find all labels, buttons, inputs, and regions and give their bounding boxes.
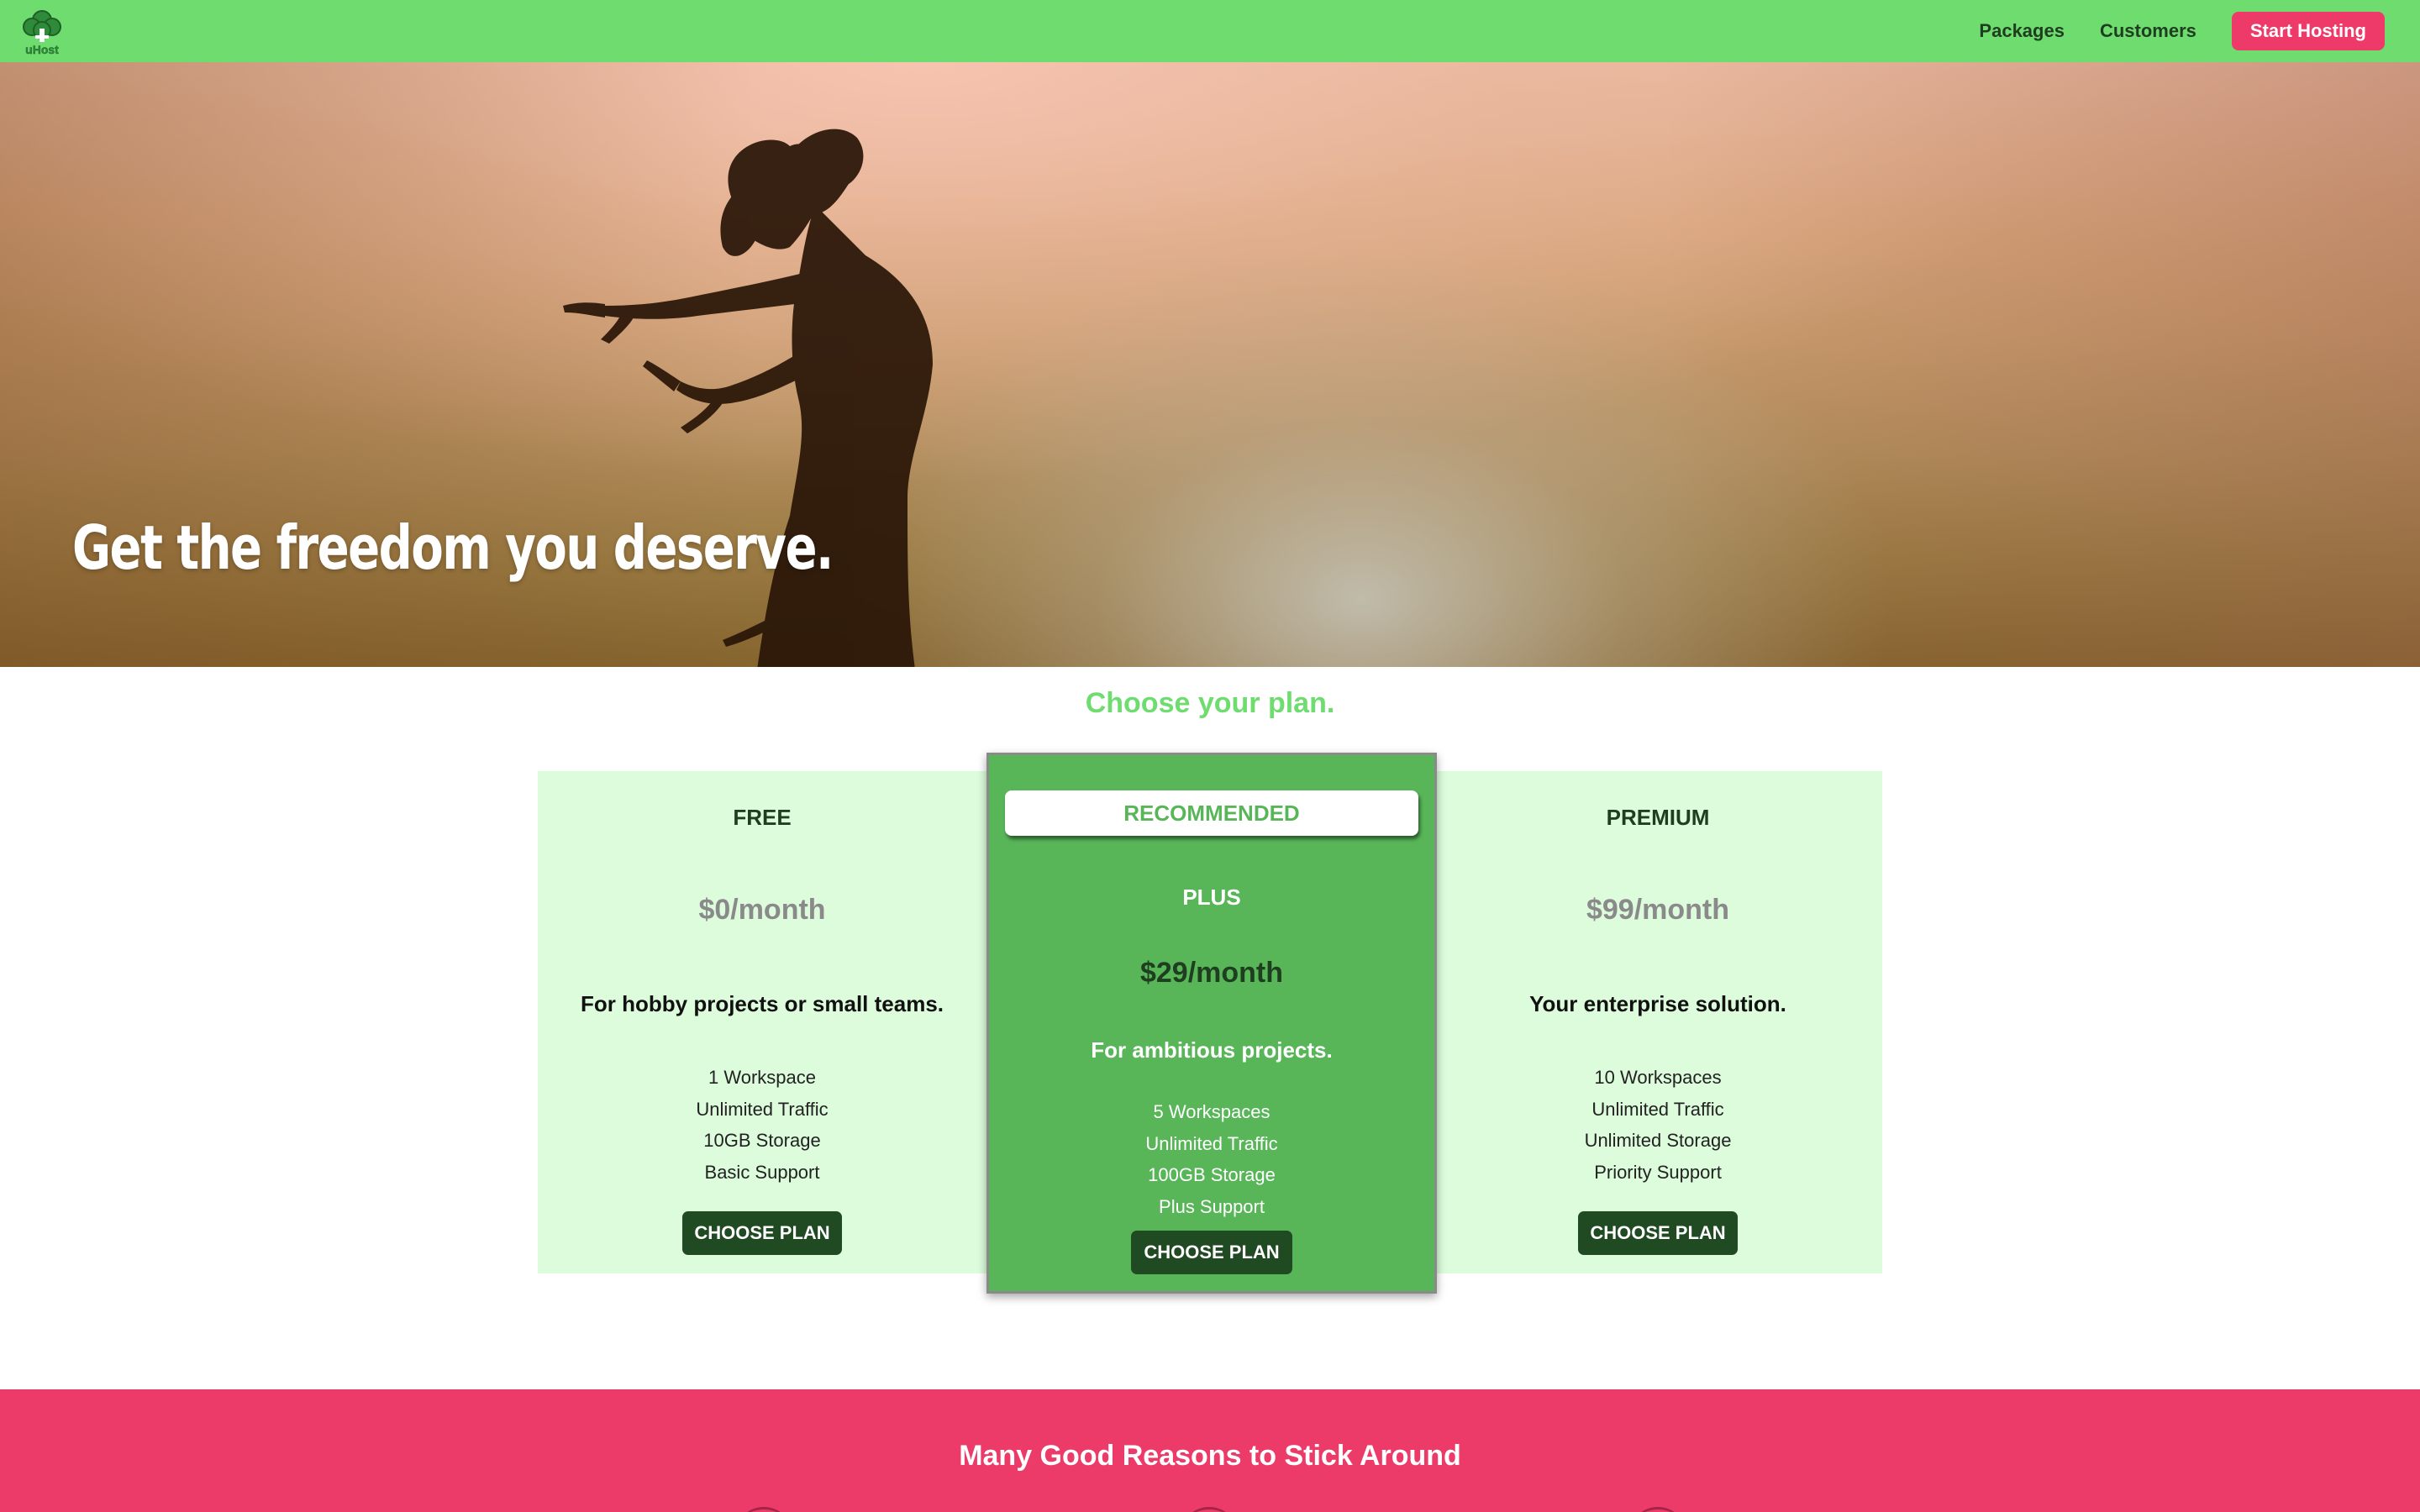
plan-price: $99/month bbox=[1586, 894, 1730, 926]
start-hosting-button[interactable]: Start Hosting bbox=[2231, 12, 2385, 50]
plan-price: $29/month bbox=[1139, 957, 1284, 989]
choose-plan-premium-button[interactable]: CHOOSE PLAN bbox=[1578, 1211, 1738, 1255]
hero-shade-right bbox=[1664, 62, 2420, 667]
logo-text: uHost bbox=[25, 43, 59, 56]
plan-name: FREE bbox=[733, 805, 792, 830]
plan-features-list: 5 Workspaces Unlimited Traffic 100GB Sto… bbox=[989, 1096, 1434, 1222]
reasons-section: Many Good Reasons to Stick Around bbox=[0, 1389, 2420, 1512]
hero-banner: Get the freedom you deserve. bbox=[0, 62, 2420, 667]
plan-feature: 10 Workspaces bbox=[1594, 1067, 1722, 1088]
plan-feature: Plus Support bbox=[1159, 1195, 1265, 1217]
nav-link-packages[interactable]: Packages bbox=[1979, 20, 2065, 42]
plan-feature: 10GB Storage bbox=[703, 1130, 821, 1151]
plan-feature: Unlimited Storage bbox=[1584, 1130, 1732, 1151]
reason-icon-circle bbox=[1180, 1507, 1239, 1512]
plan-feature: 100GB Storage bbox=[1148, 1164, 1276, 1185]
choose-plan-free-button[interactable]: CHOOSE PLAN bbox=[682, 1211, 842, 1255]
plan-feature: Basic Support bbox=[704, 1161, 820, 1183]
plan-feature: Unlimited Traffic bbox=[1591, 1098, 1724, 1120]
plan-feature: 5 Workspaces bbox=[1153, 1101, 1270, 1122]
choose-plan-plus-button[interactable]: CHOOSE PLAN bbox=[1131, 1231, 1292, 1274]
top-navbar: uHost Packages Customers Start Hosting bbox=[0, 0, 2420, 62]
plan-name: PLUS bbox=[1182, 885, 1241, 910]
main-nav: Packages Customers Start Hosting bbox=[1944, 0, 2385, 62]
plan-card-free: FREE $0/month For hobby projects or smal… bbox=[538, 771, 986, 1273]
plan-feature: Unlimited Traffic bbox=[1145, 1132, 1278, 1154]
plan-description: For hobby projects or small teams. bbox=[581, 991, 944, 1016]
plan-price: $0/month bbox=[698, 894, 826, 926]
plan-feature: Unlimited Traffic bbox=[696, 1098, 829, 1120]
reason-icon-circle bbox=[1628, 1507, 1687, 1512]
plan-description: For ambitious projects. bbox=[1091, 1037, 1333, 1063]
plan-name: PREMIUM bbox=[1606, 805, 1710, 830]
plan-feature: 1 Workspace bbox=[708, 1067, 816, 1088]
uhost-logo[interactable]: uHost bbox=[17, 5, 67, 57]
reason-icon-circle bbox=[734, 1507, 793, 1512]
recommended-badge: RECOMMENDED bbox=[1005, 790, 1418, 836]
plan-features-list: 1 Workspace Unlimited Traffic 10GB Stora… bbox=[538, 1062, 986, 1188]
pricing-heading: Choose your plan. bbox=[1085, 687, 1335, 719]
plan-card-premium: PREMIUM $99/month Your enterprise soluti… bbox=[1434, 771, 1882, 1273]
plan-features-list: 10 Workspaces Unlimited Traffic Unlimite… bbox=[1434, 1062, 1882, 1188]
plan-feature: Priority Support bbox=[1594, 1161, 1722, 1183]
plan-description: Your enterprise solution. bbox=[1529, 991, 1786, 1016]
nav-link-customers[interactable]: Customers bbox=[2100, 20, 2196, 42]
hero-title: Get the freedom you deserve. bbox=[72, 512, 834, 583]
plan-card-plus: RECOMMENDED PLUS $29/month For ambitious… bbox=[986, 753, 1437, 1294]
reasons-title: Many Good Reasons to Stick Around bbox=[959, 1440, 1461, 1472]
